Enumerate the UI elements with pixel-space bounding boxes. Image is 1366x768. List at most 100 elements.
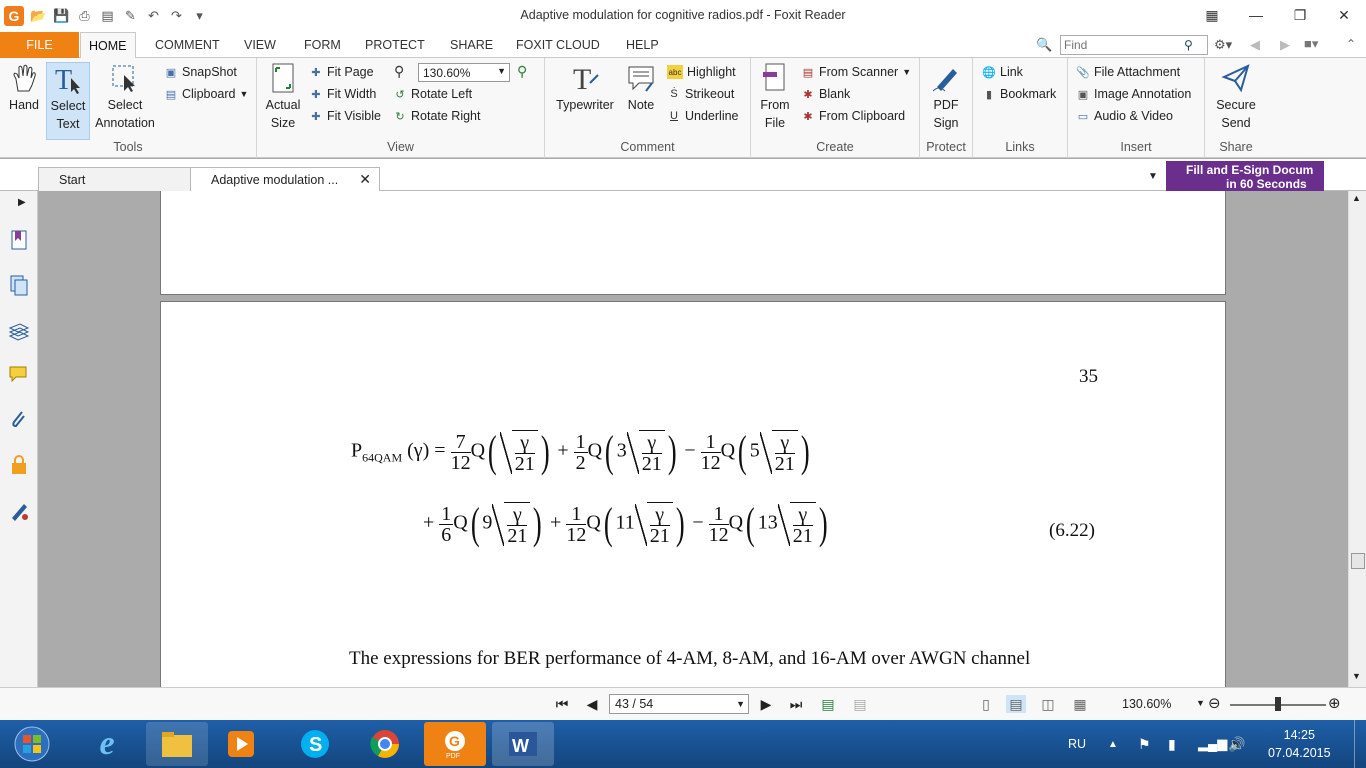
continuous-page-icon[interactable]: ▤	[1006, 695, 1026, 713]
close-tab-icon[interactable]: ✕	[359, 171, 371, 188]
strikeout-button[interactable]: Ṡ Strikeout	[667, 84, 734, 104]
taskbar-ie-icon[interactable]: e	[76, 722, 138, 766]
bookmark-button[interactable]: ▮ Bookmark	[982, 84, 1056, 104]
security-lock-icon[interactable]	[7, 453, 31, 477]
next-view-icon[interactable]: ▤	[850, 695, 870, 713]
single-page-icon[interactable]: ▯	[976, 695, 996, 713]
previous-page-icon[interactable]: ◀	[582, 695, 602, 713]
tab-view[interactable]: VIEW	[244, 32, 276, 58]
typewriter-button[interactable]: T Typewriter	[551, 62, 619, 114]
tab-current-document[interactable]: Adaptive modulation ... ✕	[190, 167, 380, 191]
print-icon[interactable]: ⎙	[76, 8, 93, 25]
ribbon-toggle-icon[interactable]: ▦	[1190, 0, 1234, 30]
bookmarks-panel-icon[interactable]	[7, 228, 31, 252]
new-icon[interactable]: ✎	[122, 8, 139, 25]
facing-page-icon[interactable]: ◫	[1038, 695, 1058, 713]
language-indicator[interactable]: RU	[1068, 720, 1086, 768]
zoom-select[interactable]: 130.60% ▼	[418, 63, 510, 82]
tab-file[interactable]: FILE	[0, 32, 79, 58]
undo-icon[interactable]: ↶	[145, 8, 162, 25]
tab-home[interactable]: HOME	[80, 32, 136, 59]
clock[interactable]: 14:25 07.04.2015	[1268, 720, 1331, 768]
attachments-panel-icon[interactable]	[7, 407, 31, 431]
forward-arrow-icon[interactable]: ▶	[1280, 37, 1290, 53]
actual-size-button[interactable]: Actual Size	[263, 62, 303, 132]
ad-banner[interactable]: Fill and E-Sign Docum in 60 Seconds	[1166, 161, 1324, 191]
settings-gear-icon[interactable]: ⚙▾	[1214, 37, 1232, 53]
action-center-icon[interactable]: ⚑	[1138, 720, 1151, 768]
save-icon[interactable]: 💾	[53, 8, 70, 25]
pages-panel-icon[interactable]	[7, 273, 31, 297]
from-clipboard-button[interactable]: ✱ From Clipboard	[801, 106, 905, 126]
audio-video-button[interactable]: ▭ Audio & Video	[1076, 106, 1173, 126]
zoom-dropdown-icon[interactable]: ▼	[1196, 698, 1205, 708]
taskbar-media-icon[interactable]	[210, 722, 272, 766]
last-page-icon[interactable]: ⏭	[786, 695, 806, 713]
note-button[interactable]: Note	[623, 62, 659, 114]
vertical-scrollbar[interactable]: ▲ ▼	[1348, 191, 1366, 687]
first-page-icon[interactable]: ⏮	[552, 695, 572, 713]
zoom-out-icon[interactable]: ⚲	[394, 63, 404, 80]
find-input[interactable]	[1064, 38, 1184, 52]
secure-send-button[interactable]: Secure Send	[1211, 62, 1261, 132]
search-icon[interactable]: ⚲	[1184, 38, 1193, 52]
taskbar-foxit-icon[interactable]: G PDF	[424, 722, 486, 766]
redo-icon[interactable]: ↷	[168, 8, 185, 25]
snapshot-button[interactable]: ▣ SnapShot	[164, 62, 237, 82]
taskbar-word-icon[interactable]: W	[492, 722, 554, 766]
battery-icon[interactable]: ▮	[1168, 720, 1176, 768]
zoom-level[interactable]: 130.60%	[1122, 697, 1171, 711]
document-viewer[interactable]: 35 P64QAM (γ) = 7 12 Q(γ 21) + 1 2 Q(3 γ 21) − …	[38, 191, 1348, 687]
from-file-button[interactable]: From File	[757, 62, 793, 132]
scroll-down-icon[interactable]: ▼	[1352, 671, 1361, 681]
tab-share[interactable]: SHARE	[450, 32, 493, 58]
customize-dropdown-icon[interactable]: ▾	[191, 8, 208, 25]
expand-pane-icon[interactable]: ▶	[18, 197, 26, 208]
page-number-input[interactable]: 43 / 54 ▼	[609, 694, 749, 714]
tab-list-dropdown-icon[interactable]: ▼	[1148, 171, 1158, 182]
tab-comment[interactable]: COMMENT	[155, 32, 220, 58]
rotate-left-button[interactable]: ↺ Rotate Left	[393, 84, 472, 104]
minimize-button[interactable]: —	[1234, 0, 1278, 30]
file-attachment-button[interactable]: 📎 File Attachment	[1076, 62, 1180, 82]
close-button[interactable]: ✕	[1322, 0, 1366, 30]
zoom-slider-thumb[interactable]	[1275, 697, 1281, 711]
link-button[interactable]: 🌐 Link	[982, 62, 1023, 82]
open-icon[interactable]: 📂	[30, 8, 47, 25]
blank-button[interactable]: ✱ Blank	[801, 84, 850, 104]
tab-protect[interactable]: PROTECT	[365, 32, 425, 58]
zoom-in-status-icon[interactable]: ⊕	[1328, 694, 1341, 712]
clipboard-button[interactable]: ▤ Clipboard ▼	[164, 84, 249, 104]
volume-icon[interactable]: 🔊	[1228, 720, 1245, 768]
rotate-right-button[interactable]: ↻ Rotate Right	[393, 106, 480, 126]
foxit-app-icon[interactable]: G	[4, 6, 24, 26]
properties-icon[interactable]: ▤	[99, 8, 116, 25]
fit-visible-button[interactable]: ✚ Fit Visible	[309, 106, 381, 126]
fit-width-button[interactable]: ✚ Fit Width	[309, 84, 376, 104]
highlight-button[interactable]: abc Highlight	[667, 62, 736, 82]
select-annotation-button[interactable]: Select Annotation	[92, 62, 158, 132]
comments-panel-icon[interactable]	[7, 363, 31, 387]
signature-panel-icon[interactable]	[7, 499, 31, 523]
user-icon[interactable]: ■▾	[1304, 36, 1318, 52]
from-scanner-button[interactable]: ▤ From Scanner ▼	[801, 62, 911, 82]
taskbar-skype-icon[interactable]: S	[284, 722, 346, 766]
tab-help[interactable]: HELP	[626, 32, 659, 58]
fit-page-button[interactable]: ✚ Fit Page	[309, 62, 373, 82]
tab-foxit-cloud[interactable]: FOXIT CLOUD	[516, 32, 600, 58]
previous-view-icon[interactable]: ▤	[818, 695, 838, 713]
continuous-facing-icon[interactable]: ▦	[1070, 695, 1090, 713]
collapse-ribbon-icon[interactable]: ⌃	[1346, 37, 1356, 51]
scroll-up-icon[interactable]: ▲	[1352, 193, 1361, 203]
hand-tool-button[interactable]: Hand	[6, 62, 42, 114]
layers-panel-icon[interactable]	[7, 319, 31, 343]
network-signal-icon[interactable]: ▂▄▆	[1198, 720, 1227, 768]
taskbar-chrome-icon[interactable]	[354, 722, 416, 766]
back-arrow-icon[interactable]: ◀	[1250, 37, 1260, 53]
maximize-button[interactable]: ❐	[1278, 0, 1322, 30]
find-folder-icon[interactable]: 🔍	[1036, 37, 1052, 53]
tab-start[interactable]: Start	[38, 167, 192, 191]
tab-form[interactable]: FORM	[304, 32, 341, 58]
select-text-button[interactable]: T Select Text	[46, 62, 90, 140]
pdf-sign-button[interactable]: PDF Sign	[926, 62, 966, 132]
